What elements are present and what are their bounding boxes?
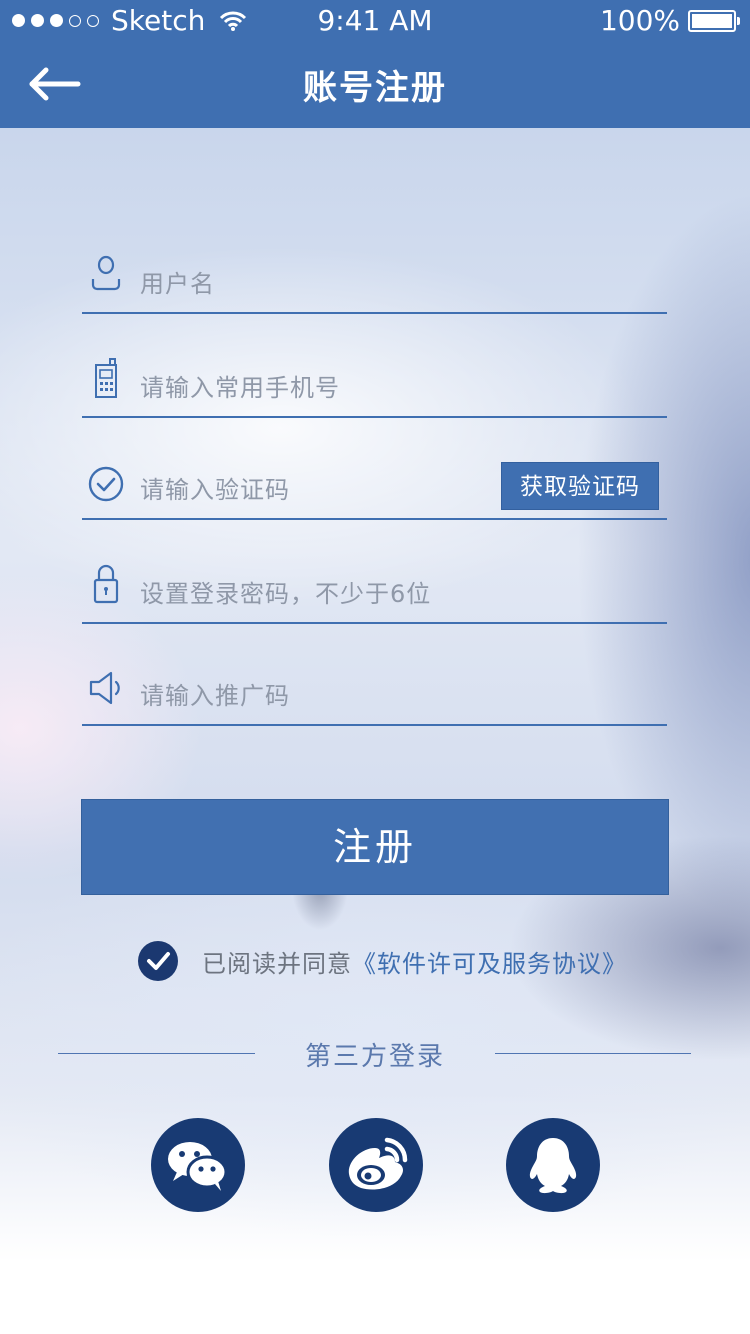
phone-placeholder: 请输入常用手机号 xyxy=(140,374,340,402)
page-title: 账号注册 xyxy=(303,68,447,108)
weibo-login-button[interactable] xyxy=(329,1118,423,1212)
user-icon xyxy=(91,255,121,291)
check-circle-icon xyxy=(88,466,124,502)
wechat-login-button[interactable] xyxy=(151,1118,245,1212)
lock-icon xyxy=(93,564,119,604)
agreement-text: 已阅读并同意 xyxy=(202,949,352,978)
password-placeholder: 设置登录密码，不少于6位 xyxy=(140,580,432,608)
username-field[interactable]: 用户名 xyxy=(82,250,667,314)
password-field[interactable]: 设置登录密码，不少于6位 xyxy=(82,560,667,624)
third-party-label: 第三方登录 xyxy=(304,1042,445,1072)
agreement-row: 已阅读并同意 《软件许可及服务协议》 xyxy=(138,940,627,982)
weibo-icon xyxy=(348,1137,408,1190)
battery-percent: 100% xyxy=(599,4,680,37)
phone-icon xyxy=(95,358,117,398)
qq-login-button[interactable] xyxy=(506,1118,600,1212)
register-button[interactable]: 注册 xyxy=(81,799,669,895)
checkmark-icon xyxy=(147,952,170,970)
speaker-icon xyxy=(89,671,120,705)
third-party-divider: 第三方登录 xyxy=(0,1034,750,1074)
battery-icon xyxy=(688,9,740,32)
wechat-icon xyxy=(168,1142,228,1191)
promo-code-field[interactable]: 请输入推广码 xyxy=(82,662,667,726)
nav-bar: 账号注册 xyxy=(0,40,750,128)
get-code-button[interactable]: 获取验证码 xyxy=(501,462,659,510)
status-bar: Sketch 9:41 AM 100% xyxy=(0,0,750,40)
agreement-checkbox[interactable] xyxy=(138,941,178,981)
promo-code-placeholder: 请输入推广码 xyxy=(140,682,290,710)
qq-icon xyxy=(529,1138,577,1194)
verification-code-placeholder: 请输入验证码 xyxy=(140,476,290,504)
username-placeholder: 用户名 xyxy=(140,270,215,298)
phone-field[interactable]: 请输入常用手机号 xyxy=(82,354,667,418)
agreement-link[interactable]: 《软件许可及服务协议》 xyxy=(352,944,627,979)
